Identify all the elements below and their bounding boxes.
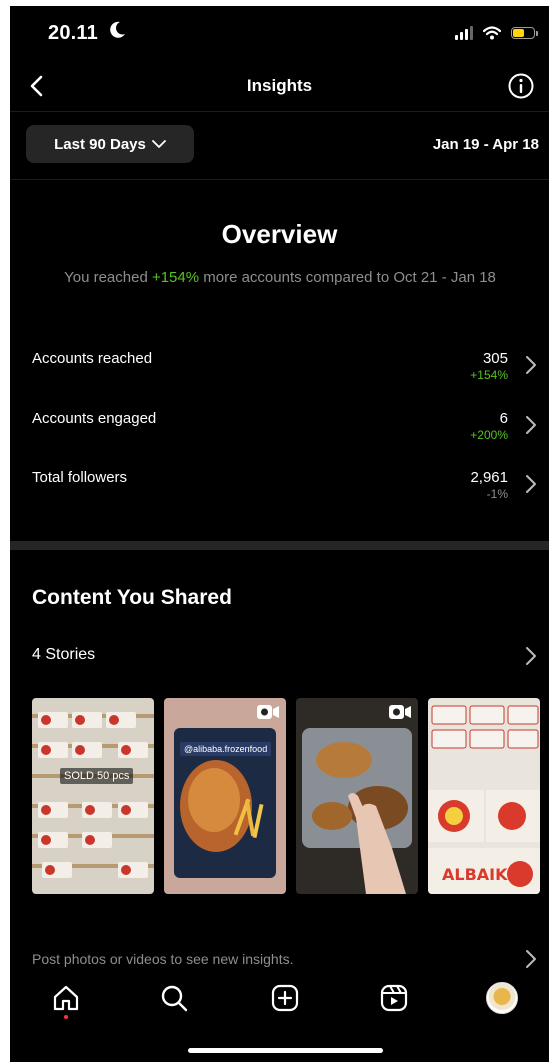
tab-home[interactable] — [48, 980, 84, 1016]
insights-screen: 20.11 Insights Last 90 Days Jan 19 - Apr… — [10, 6, 549, 1062]
date-range-label: Last 90 Days — [54, 135, 146, 153]
video-camera-icon — [389, 705, 411, 719]
battery-icon — [511, 27, 538, 39]
summary-percent: +154% — [151, 269, 200, 286]
info-icon[interactable] — [507, 72, 535, 100]
date-range-dropdown[interactable]: Last 90 Days — [26, 125, 194, 163]
metric-total-followers[interactable]: Total followers 2,961 -1% — [10, 465, 549, 505]
story-thumbnail[interactable] — [296, 698, 418, 894]
story-thumbnail[interactable]: ALBAIK — [428, 698, 540, 894]
section-divider — [10, 541, 549, 550]
svg-text:ALBAIK: ALBAIK — [442, 865, 508, 884]
tab-create[interactable] — [267, 980, 303, 1016]
story-thumbnail[interactable]: SOLD 50 pcs — [32, 698, 154, 894]
post-hint-text: Post photos or videos to see new insight… — [32, 951, 294, 967]
tab-reels[interactable] — [376, 980, 412, 1016]
metric-value: 305 — [482, 350, 508, 367]
metric-change: -1% — [486, 487, 508, 501]
story-caption: @alibaba.frozenfood — [180, 742, 272, 756]
signal-icon — [455, 26, 473, 40]
metric-change: +154% — [470, 368, 508, 382]
header-divider — [10, 111, 549, 112]
tab-profile[interactable] — [484, 980, 520, 1016]
metric-label: Accounts engaged — [32, 410, 157, 427]
wifi-icon — [483, 26, 501, 40]
metric-change: +200% — [470, 428, 508, 442]
chevron-right-icon — [526, 356, 536, 374]
overview-title: Overview — [221, 219, 338, 249]
story-image: ALBAIK — [428, 705, 540, 894]
reels-icon — [380, 984, 408, 1012]
video-camera-icon — [257, 705, 279, 719]
content-shared-title: Content You Shared — [32, 586, 232, 609]
chevron-down-icon — [151, 140, 166, 148]
range-divider — [10, 179, 549, 180]
story-caption: SOLD 50 pcs — [60, 768, 134, 784]
moon-icon — [110, 21, 125, 38]
date-range-text: Jan 19 - Apr 18 — [432, 136, 539, 153]
chevron-right-icon[interactable] — [525, 949, 537, 969]
search-icon — [161, 985, 188, 1012]
story-image — [302, 728, 412, 894]
overview-summary: You reached +154% more accounts compared… — [64, 269, 496, 286]
metric-label: Total followers — [32, 469, 128, 486]
home-indicator — [188, 1048, 383, 1053]
chevron-right-icon — [526, 475, 536, 493]
metric-value: 6 — [499, 410, 508, 427]
metric-value: 2,961 — [470, 469, 508, 486]
status-indicators — [455, 26, 538, 40]
page-title: Insights — [246, 76, 313, 95]
status-time: 20.11 — [48, 22, 98, 44]
metric-label: Accounts reached — [32, 350, 153, 367]
stories-count-link[interactable]: 4 Stories — [32, 646, 95, 664]
profile-avatar — [486, 982, 518, 1014]
story-thumbnail[interactable]: @alibaba.frozenfood — [164, 698, 286, 894]
metric-accounts-reached[interactable]: Accounts reached 305 +154% — [10, 346, 549, 386]
notification-dot — [64, 1015, 68, 1019]
create-icon — [271, 984, 299, 1012]
metric-accounts-engaged[interactable]: Accounts engaged 6 +200% — [10, 406, 549, 446]
chevron-right-icon[interactable] — [525, 646, 537, 666]
tab-search[interactable] — [156, 980, 192, 1016]
home-icon — [53, 985, 79, 1011]
chevron-right-icon — [526, 416, 536, 434]
